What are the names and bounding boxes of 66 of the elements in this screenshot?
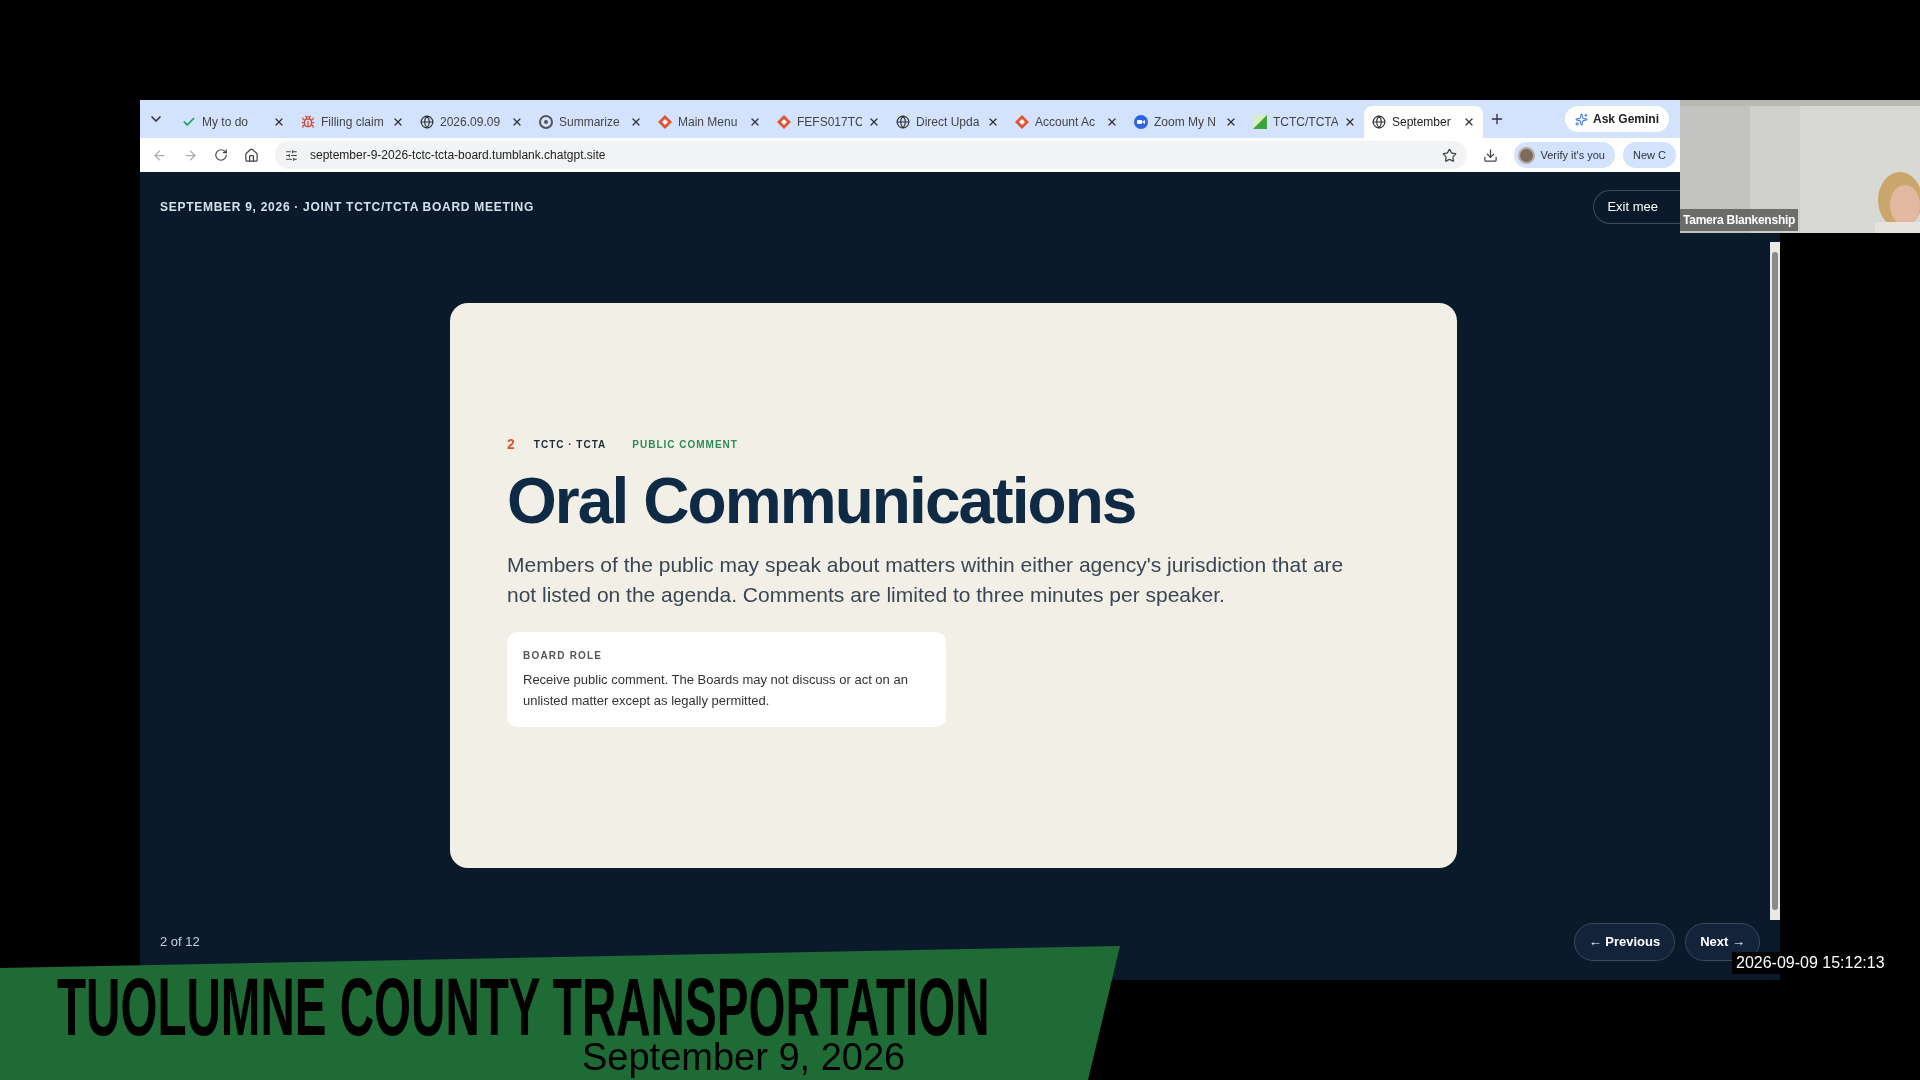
check-icon [182, 115, 196, 129]
avatar-icon [1517, 146, 1535, 164]
new-tab-icon[interactable] [1489, 111, 1505, 127]
tab-title: Direct Upda [916, 114, 981, 131]
tab-title: Filling claim [321, 114, 385, 131]
tab-title: September [1392, 114, 1452, 131]
browser-tab[interactable]: Filling claim [293, 106, 412, 138]
meeting-title: SEPTEMBER 9, 2026 · JOINT TCTC/TCTA BOARD MEETING [160, 199, 534, 216]
tab-title: Account Ac [1035, 114, 1097, 131]
sparkle-icon [1575, 112, 1588, 126]
reload-icon[interactable] [214, 148, 228, 162]
agency-label: TCTC · TCTA [533, 438, 607, 453]
close-icon[interactable] [987, 116, 999, 128]
close-icon[interactable] [630, 116, 642, 128]
globe-icon [420, 115, 434, 129]
diamond-icon [777, 115, 791, 129]
diamond-icon [1015, 115, 1029, 129]
close-icon[interactable] [273, 116, 285, 128]
globe-icon [896, 115, 910, 129]
browser-tab[interactable]: Main Menu [650, 106, 769, 138]
close-icon[interactable] [1106, 116, 1118, 128]
video-camera-icon [1134, 115, 1148, 129]
globe-icon [1372, 115, 1386, 129]
tab-title: Zoom My N [1154, 114, 1217, 131]
image-icon [1253, 115, 1267, 129]
knot-icon [539, 115, 553, 129]
profile-chip[interactable]: Verify it's you [1513, 142, 1615, 168]
category-label: PUBLIC COMMENT [632, 438, 738, 453]
close-icon[interactable] [868, 116, 880, 128]
close-icon[interactable] [1344, 116, 1356, 128]
slide-counter: 2 of 12 [160, 933, 200, 952]
close-icon[interactable] [1225, 116, 1237, 128]
board-role-label: BOARD ROLE [523, 648, 604, 663]
board-role-text: Receive public comment. The Boards may not discuss or act on an unlisted matter except as legally permitted. [523, 670, 909, 710]
browser-tab[interactable]: Account Ac [1007, 106, 1126, 138]
bookmark-star-icon[interactable] [1441, 147, 1457, 163]
browser-tab[interactable]: 2026.09.09 [412, 106, 531, 138]
tab-title: TCTC/TCTA [1273, 114, 1338, 131]
ask-gemini-button[interactable]: Ask Gemini [1565, 106, 1670, 132]
bug-icon [301, 115, 315, 129]
tab-title: 2026.09.09 [440, 114, 502, 131]
download-icon[interactable] [1482, 147, 1498, 163]
close-icon[interactable] [392, 116, 404, 128]
browser-tab[interactable]: TCTC/TCTA [1245, 106, 1364, 138]
scrollbar[interactable] [1770, 242, 1780, 920]
home-icon[interactable] [244, 147, 259, 163]
previous-button[interactable]: ← Previous [1573, 923, 1676, 961]
browser-tab[interactable]: Direct Upda [888, 106, 1007, 138]
diamond-icon [658, 115, 672, 129]
item-number: 2 [507, 435, 516, 455]
browser-tab[interactable]: My to do [174, 106, 293, 138]
address-field[interactable]: september-9-2026-tctc-tcta-board.tumblank.chatgpt.site [275, 141, 1467, 169]
slide-title: Oral Communications [507, 464, 1137, 540]
browser-tab[interactable]: September [1364, 106, 1483, 138]
slide-description: Members of the public may speak about matters within either agency's jurisdiction that are not listed on the agenda. Comments are limited to three minutes per speaker. [507, 551, 1345, 608]
browser-tab[interactable]: Summarize [531, 106, 650, 138]
tab-title: Main Menu [678, 114, 739, 131]
speaker-name: Tamera Blankenship [1680, 209, 1799, 231]
close-icon[interactable] [511, 116, 523, 128]
tab-title: My to do [202, 114, 250, 131]
close-icon[interactable] [1463, 116, 1475, 128]
site-info-icon[interactable] [285, 148, 298, 162]
browser-tab[interactable]: Zoom My N [1126, 106, 1245, 138]
tab-title: Summarize [559, 114, 621, 131]
close-icon[interactable] [749, 116, 761, 128]
toolbar-chip[interactable]: New C [1623, 142, 1676, 168]
